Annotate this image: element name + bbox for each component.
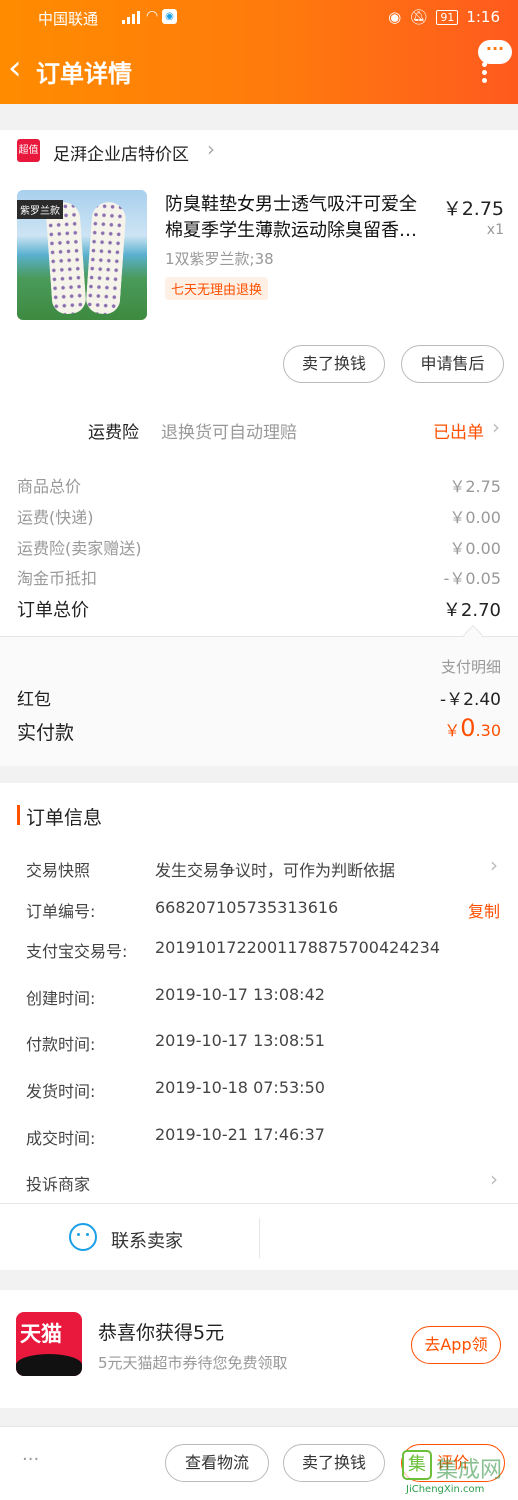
cost-value: ￥2.75 xyxy=(449,477,501,496)
insurance-desc: 退换货可自动理赔 xyxy=(161,423,297,443)
sell-swap-button[interactable]: 卖了换钱 xyxy=(283,345,385,383)
logistics-button[interactable]: 查看物流 xyxy=(165,1444,269,1482)
cost-label: 淘金币抵扣 xyxy=(17,569,98,588)
alipay-value: 2019101722001178875700424234 xyxy=(155,938,441,957)
shipped-value: 2019-10-18 07:53:50 xyxy=(155,1078,325,1097)
status-bar: 中国联通 ◠ ◉ ◉ 🔕︎ 91 1:16 xyxy=(38,8,500,28)
complain-link[interactable]: 投诉商家 xyxy=(26,1171,90,1195)
thumb-tag: 紫罗兰款 xyxy=(17,200,63,219)
product-sku: 1双紫罗兰款;38 xyxy=(165,250,274,268)
carrier-label: 中国联通 xyxy=(38,10,99,28)
mute-icon: 🔕︎ xyxy=(409,8,429,26)
cost-label: 运费(快递) xyxy=(17,508,94,527)
copy-button[interactable]: 复制 xyxy=(468,898,500,922)
snapshot-label[interactable]: 交易快照 xyxy=(26,857,90,881)
red-packet-value: -￥2.40 xyxy=(440,690,501,710)
paid-label: 实付款 xyxy=(17,722,75,744)
order-item-card: 超值 足湃企业店特价区 › 紫罗兰款 防臭鞋垫女男士透气吸汗可爱全棉夏季学生薄款… xyxy=(0,130,518,636)
cost-value: ￥0.00 xyxy=(449,539,501,558)
wifi-icon: ◠ xyxy=(146,8,159,24)
chevron-right-icon[interactable]: › xyxy=(207,137,215,161)
order-no-label: 订单编号: xyxy=(26,902,96,921)
eye-icon: ◉ xyxy=(388,8,402,26)
paid-symbol: ￥ xyxy=(444,721,461,740)
paid-dec: .30 xyxy=(475,721,501,740)
promo-title: 恭喜你获得5元 xyxy=(98,1322,225,1344)
chevron-right-icon[interactable]: › xyxy=(492,415,500,439)
app-header: 中国联通 ◠ ◉ ◉ 🔕︎ 91 1:16 ‹ 订单详情 ··· xyxy=(0,0,518,104)
sell-swap-button[interactable]: 卖了换钱 xyxy=(283,1444,385,1482)
order-total-label: 订单总价 xyxy=(17,600,89,621)
product-price: ￥2.75 xyxy=(442,198,504,220)
created-label: 创建时间: xyxy=(26,989,96,1008)
done-label: 成交时间: xyxy=(26,1129,96,1148)
after-sale-button[interactable]: 申请售后 xyxy=(401,345,504,383)
cost-label: 商品总价 xyxy=(17,477,82,496)
signal-icon xyxy=(122,10,140,24)
insurance-status[interactable]: 已出单 xyxy=(433,418,484,443)
paid-int: 0 xyxy=(460,714,476,742)
product-quantity: x1 xyxy=(486,222,504,238)
more-vertical-icon[interactable] xyxy=(482,62,488,83)
paid-amount: ￥0.30 xyxy=(444,714,501,742)
tmall-logo: 天猫 xyxy=(16,1312,82,1376)
shop-badge: 超值 xyxy=(17,139,40,162)
page-title: 订单详情 xyxy=(36,60,132,88)
section-marker xyxy=(17,805,20,825)
payment-section: 支付明细 红包 -￥2.40 实付款 ￥0.30 xyxy=(0,625,518,766)
created-value: 2019-10-17 13:08:42 xyxy=(155,985,325,1004)
clock: 1:16 xyxy=(466,8,500,26)
cost-value: ￥0.00 xyxy=(449,508,501,527)
chevron-left-icon[interactable]: ‹ xyxy=(8,51,32,88)
shipped-label: 发货时间: xyxy=(26,1082,96,1101)
watermark-url: JiChengXin.com xyxy=(406,1484,485,1495)
chat-face-icon[interactable] xyxy=(69,1223,97,1251)
tmall-logo-text: 天猫 xyxy=(20,1322,62,1346)
divider xyxy=(259,1218,260,1258)
divider xyxy=(0,636,518,637)
done-value: 2019-10-21 17:46:37 xyxy=(155,1125,325,1144)
return-badge: 七天无理由退换 xyxy=(165,277,269,300)
product-title[interactable]: 防臭鞋垫女男士透气吸汗可爱全棉夏季学生薄款运动除臭留香… xyxy=(165,192,433,244)
promo-subtitle: 5元天猫超市券待您免费领取 xyxy=(98,1354,288,1372)
cost-value: -￥0.05 xyxy=(443,569,501,588)
chevron-right-icon[interactable]: › xyxy=(490,1167,498,1191)
section-title: 订单信息 xyxy=(26,807,103,829)
payment-detail-link[interactable]: 支付明细 xyxy=(441,656,501,677)
divider xyxy=(0,1203,518,1204)
contact-seller-button[interactable]: 联系卖家 xyxy=(111,1227,183,1253)
cost-label: 运费险(卖家赠送) xyxy=(17,539,142,558)
order-total-value: ￥2.70 xyxy=(442,600,501,621)
app-notification-icon: ◉ xyxy=(162,9,177,24)
order-no-value: 668207105735313616 xyxy=(155,898,339,917)
product-thumbnail[interactable]: 紫罗兰款 xyxy=(17,190,147,320)
watermark-glyph: 集 xyxy=(402,1450,432,1480)
go-app-button[interactable]: 去App领 xyxy=(411,1326,501,1364)
promo-card: 天猫 恭喜你获得5元 5元天猫超市券待您免费领取 去App领 xyxy=(0,1290,518,1408)
message-bubble-icon[interactable]: ··· xyxy=(478,40,512,64)
watermark-brand: 集成网 xyxy=(436,1458,503,1483)
shop-name[interactable]: 足湃企业店特价区 xyxy=(53,140,189,165)
snapshot-value[interactable]: 发生交易争议时，可作为判断依据 xyxy=(155,857,395,881)
red-packet-label: 红包 xyxy=(17,690,51,710)
paid-time-value: 2019-10-17 13:08:51 xyxy=(155,1031,325,1050)
more-actions-button[interactable]: ··· xyxy=(22,1449,39,1470)
battery-icon: 91 xyxy=(436,9,459,25)
order-info-card: 订单信息 交易快照 发生交易争议时，可作为判断依据 › 订单编号: 668207… xyxy=(0,783,518,1270)
insurance-label: 运费险 xyxy=(88,423,139,443)
paid-time-label: 付款时间: xyxy=(26,1035,96,1054)
chevron-right-icon[interactable]: › xyxy=(490,853,498,877)
watermark-logo: 集 集成网 JiChengXin.com xyxy=(402,1446,514,1498)
alipay-label: 支付宝交易号: xyxy=(26,942,128,961)
